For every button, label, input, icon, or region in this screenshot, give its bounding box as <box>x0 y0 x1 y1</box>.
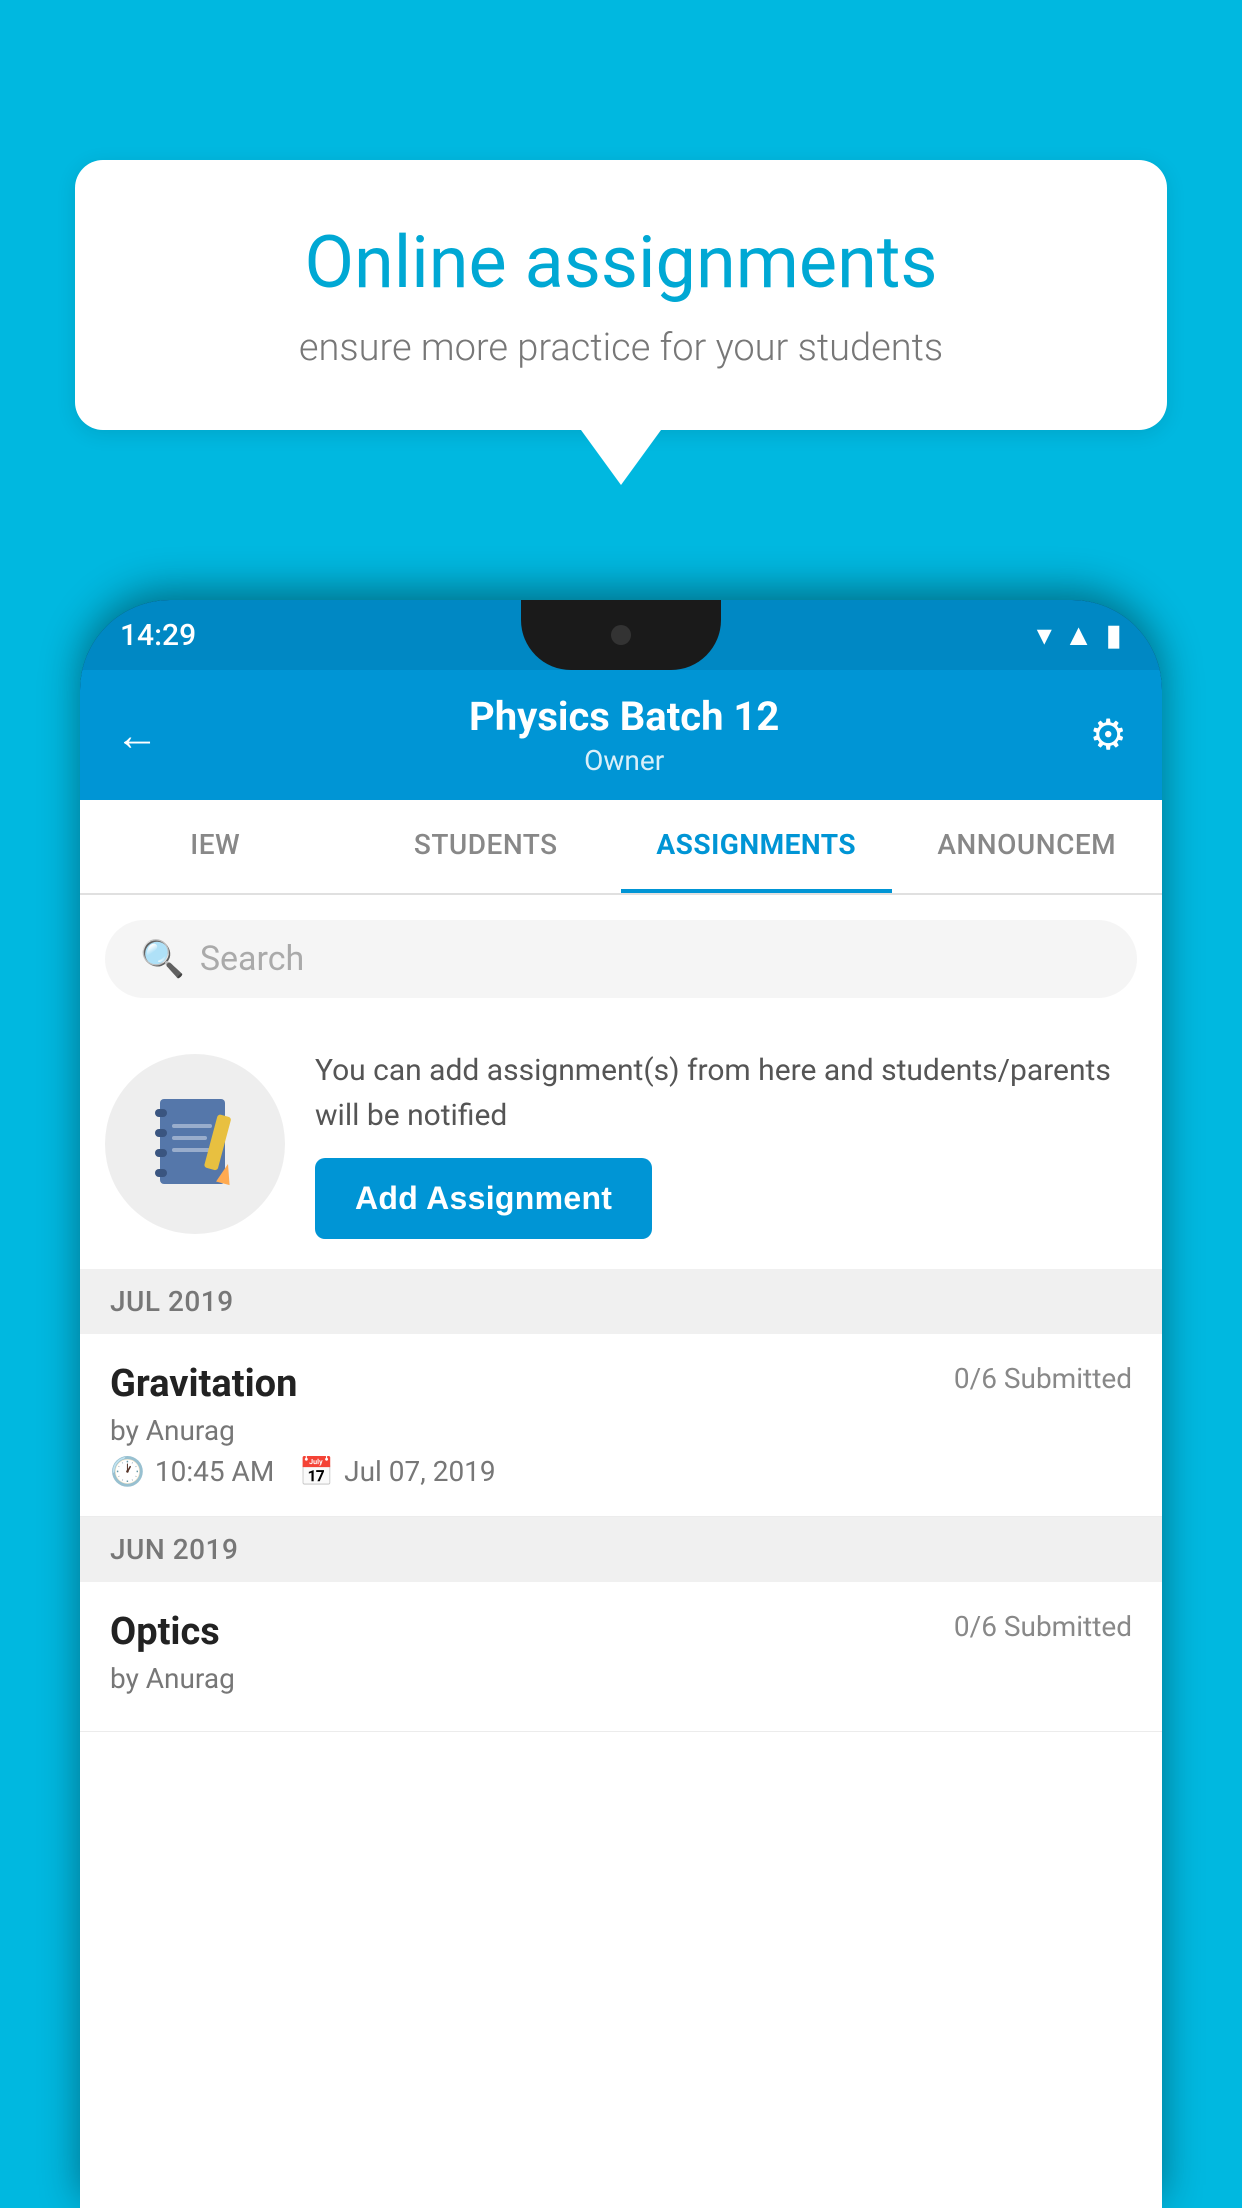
assignment-name: Gravitation <box>110 1362 297 1406</box>
speech-bubble-container: Online assignments ensure more practice … <box>75 160 1167 485</box>
assignment-meta-optics: by Anurag <box>110 1662 1132 1695</box>
notch <box>521 600 721 670</box>
add-assignment-button[interactable]: Add Assignment <box>315 1158 652 1239</box>
assignment-submitted: 0/6 Submitted <box>954 1362 1132 1395</box>
tab-students[interactable]: STUDENTS <box>351 800 622 893</box>
assignment-time-value: 10:45 AM <box>155 1455 274 1488</box>
assignment-item-optics[interactable]: Optics 0/6 Submitted by Anurag <box>80 1582 1162 1732</box>
info-section: You can add assignment(s) from here and … <box>80 1018 1162 1269</box>
assignment-item-gravitation[interactable]: Gravitation 0/6 Submitted by Anurag 🕐 10… <box>80 1334 1162 1517</box>
month-divider-jul: JUL 2019 <box>80 1269 1162 1334</box>
time-item: 🕐 10:45 AM <box>110 1455 274 1488</box>
notebook-icon-circle <box>105 1054 285 1234</box>
battery-icon: ▮ <box>1105 618 1122 653</box>
back-button[interactable]: ← <box>115 709 159 761</box>
notebook-icon <box>150 1094 240 1194</box>
settings-icon[interactable]: ⚙ <box>1089 710 1127 760</box>
tab-announcements[interactable]: ANNOUNCEM <box>892 800 1163 893</box>
bubble-subtitle: ensure more practice for your students <box>145 326 1097 370</box>
bubble-title: Online assignments <box>145 220 1097 306</box>
assignment-name-optics: Optics <box>110 1610 220 1654</box>
assignment-header: Gravitation 0/6 Submitted <box>110 1362 1132 1406</box>
assignment-submitted-optics: 0/6 Submitted <box>954 1610 1132 1643</box>
header-title: Physics Batch 12 <box>469 693 779 740</box>
status-time: 14:29 <box>120 618 196 653</box>
phone-frame: 14:29 ▾ ▲ ▮ ← Physics Batch 12 Owner ⚙ I… <box>80 600 1162 2208</box>
assignment-meta: by Anurag <box>110 1414 1132 1447</box>
search-placeholder: Search <box>200 939 304 979</box>
search-icon: 🔍 <box>140 938 185 980</box>
tabs-container: IEW STUDENTS ASSIGNMENTS ANNOUNCEM <box>80 800 1162 895</box>
speech-bubble-tail <box>581 430 661 485</box>
info-text-block: You can add assignment(s) from here and … <box>315 1048 1137 1239</box>
app-header: ← Physics Batch 12 Owner ⚙ <box>80 670 1162 800</box>
screen-content: 🔍 Search <box>80 895 1162 2208</box>
signal-icon: ▲ <box>1064 618 1094 653</box>
assignment-header-optics: Optics 0/6 Submitted <box>110 1610 1132 1654</box>
clock-icon: 🕐 <box>110 1455 145 1488</box>
status-icons: ▾ ▲ ▮ <box>1037 618 1122 653</box>
assignment-time: 🕐 10:45 AM 📅 Jul 07, 2019 <box>110 1455 1132 1488</box>
speech-bubble: Online assignments ensure more practice … <box>75 160 1167 430</box>
search-bar[interactable]: 🔍 Search <box>105 920 1137 998</box>
wifi-icon: ▾ <box>1037 618 1052 653</box>
calendar-icon: 📅 <box>299 1455 334 1488</box>
info-description: You can add assignment(s) from here and … <box>315 1048 1137 1138</box>
assignment-date-value: Jul 07, 2019 <box>344 1455 496 1488</box>
tab-assignments[interactable]: ASSIGNMENTS <box>621 800 892 893</box>
month-divider-jun: JUN 2019 <box>80 1517 1162 1582</box>
date-item: 📅 Jul 07, 2019 <box>299 1455 495 1488</box>
header-center: Physics Batch 12 Owner <box>469 693 779 777</box>
header-subtitle: Owner <box>469 744 779 777</box>
tab-iew[interactable]: IEW <box>80 800 351 893</box>
